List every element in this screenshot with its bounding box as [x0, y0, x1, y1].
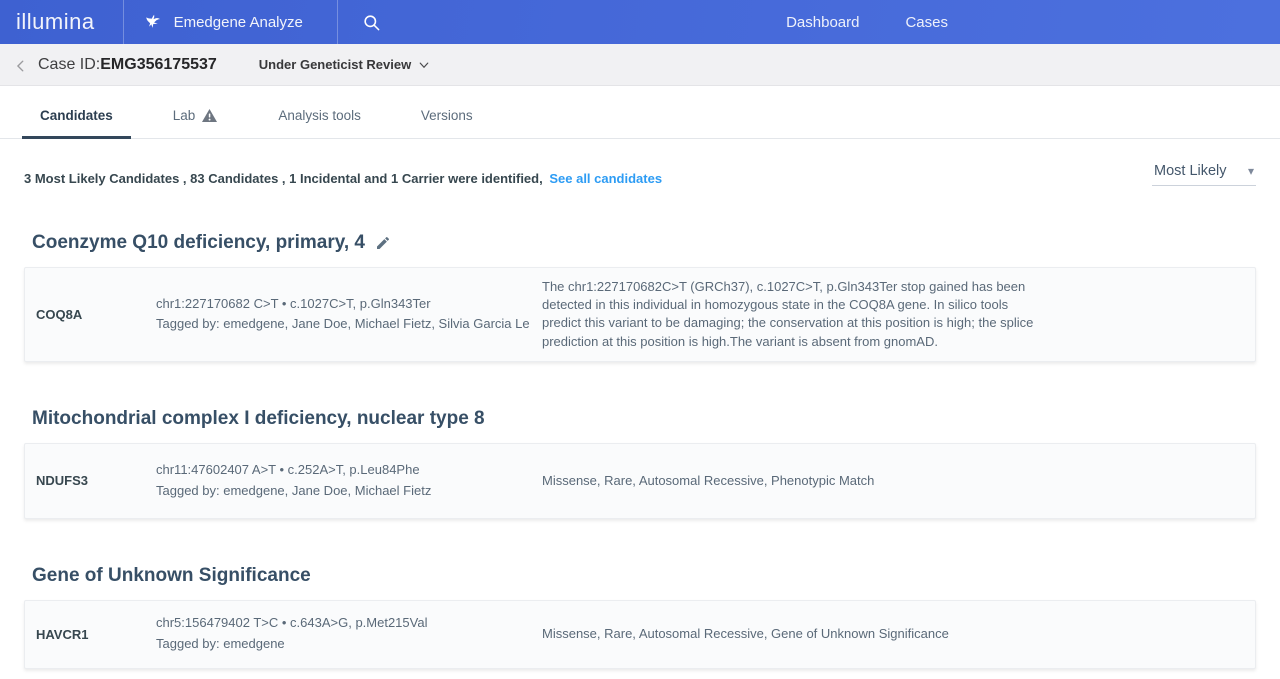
chevron-down-icon [418, 59, 430, 71]
case-id-value: EMG356175537 [100, 56, 217, 74]
variant-info: chr1:227170682 C>T • c.1027C>T, p.Gln343… [156, 294, 542, 336]
back-button[interactable] [14, 57, 34, 73]
illumina-logo[interactable]: illumina [0, 9, 123, 35]
summary-text: 3 Most Likely Candidates , 83 Candidates… [24, 171, 543, 186]
candidate-section: Coenzyme Q10 deficiency, primary, 4 COQ8… [0, 232, 1280, 362]
variant-notation: chr1:227170682 C>T • c.1027C>T, p.Gln343… [156, 294, 542, 315]
section-title: Mitochondrial complex I deficiency, nucl… [32, 408, 1280, 430]
candidate-section: Mitochondrial complex I deficiency, nucl… [0, 408, 1280, 519]
nav-cases[interactable]: Cases [905, 14, 948, 31]
gene-name: NDUFS3 [36, 473, 156, 488]
sort-filter-select[interactable]: Most Likely ▾ [1152, 163, 1256, 186]
warning-triangle-icon [201, 108, 218, 123]
variant-info: chr5:156479402 T>C • c.643A>G, p.Met215V… [156, 613, 542, 655]
app-name: Emedgene Analyze [174, 14, 303, 31]
app-switcher[interactable]: Emedgene Analyze [124, 13, 337, 32]
variant-description: Missense, Rare, Autosomal Recessive, Phe… [542, 472, 1034, 490]
case-status-label: Under Geneticist Review [259, 57, 411, 72]
tab-lab[interactable]: Lab [155, 100, 237, 139]
candidate-section: Gene of Unknown Significance HAVCR1 chr5… [0, 565, 1280, 669]
tagged-by: Tagged by: emedgene, Jane Doe, Michael F… [156, 481, 542, 502]
gene-name: HAVCR1 [36, 627, 156, 642]
tagged-by: Tagged by: emedgene, Jane Doe, Michael F… [156, 314, 542, 335]
section-title: Coenzyme Q10 deficiency, primary, 4 [32, 232, 1280, 254]
search-icon [362, 13, 381, 32]
section-title-text: Coenzyme Q10 deficiency, primary, 4 [32, 232, 365, 254]
case-status-dropdown[interactable]: Under Geneticist Review [259, 57, 430, 72]
edit-pencil-icon [375, 235, 391, 251]
section-title: Gene of Unknown Significance [32, 565, 1280, 587]
tab-label: Analysis tools [278, 108, 361, 123]
case-bar: Case ID:EMG356175537 Under Geneticist Re… [0, 44, 1280, 86]
tab-analysis-tools[interactable]: Analysis tools [260, 100, 379, 139]
tab-label: Versions [421, 108, 473, 123]
chevron-left-icon [14, 59, 28, 73]
nav-dashboard[interactable]: Dashboard [786, 14, 859, 31]
tab-label: Candidates [40, 108, 113, 123]
variant-description: Missense, Rare, Autosomal Recessive, Gen… [542, 625, 1034, 643]
variant-description: The chr1:227170682C>T (GRCh37), c.1027C>… [542, 278, 1034, 351]
tagged-by: Tagged by: emedgene [156, 634, 542, 655]
candidate-card[interactable]: COQ8A chr1:227170682 C>T • c.1027C>T, p.… [24, 267, 1256, 362]
variant-notation: chr11:47602407 A>T • c.252A>T, p.Leu84Ph… [156, 460, 542, 481]
edit-section-button[interactable] [375, 235, 391, 251]
case-id-label: Case ID: [38, 56, 100, 74]
gene-name: COQ8A [36, 307, 156, 322]
variant-info: chr11:47602407 A>T • c.252A>T, p.Leu84Ph… [156, 460, 542, 502]
candidates-summary: 3 Most Likely Candidates , 83 Candidates… [24, 171, 662, 186]
see-all-candidates-link[interactable]: See all candidates [549, 171, 662, 186]
search-button[interactable] [338, 0, 381, 44]
tab-label: Lab [173, 108, 196, 123]
hummingbird-icon [146, 13, 165, 32]
candidate-card[interactable]: NDUFS3 chr11:47602407 A>T • c.252A>T, p.… [24, 443, 1256, 519]
dropdown-arrow-icon: ▾ [1248, 164, 1254, 178]
tab-bar: Candidates Lab Analysis tools Versions [0, 86, 1280, 139]
section-title-text: Mitochondrial complex I deficiency, nucl… [32, 408, 485, 430]
top-nav: illumina Emedgene Analyze Dashboard Case… [0, 0, 1280, 44]
top-nav-links: Dashboard Cases [786, 14, 948, 31]
candidate-card[interactable]: HAVCR1 chr5:156479402 T>C • c.643A>G, p.… [24, 600, 1256, 669]
sort-filter-value: Most Likely [1154, 163, 1227, 179]
summary-row: 3 Most Likely Candidates , 83 Candidates… [0, 139, 1280, 186]
tab-candidates[interactable]: Candidates [22, 100, 131, 139]
section-title-text: Gene of Unknown Significance [32, 565, 311, 587]
variant-notation: chr5:156479402 T>C • c.643A>G, p.Met215V… [156, 613, 542, 634]
tab-versions[interactable]: Versions [403, 100, 491, 139]
